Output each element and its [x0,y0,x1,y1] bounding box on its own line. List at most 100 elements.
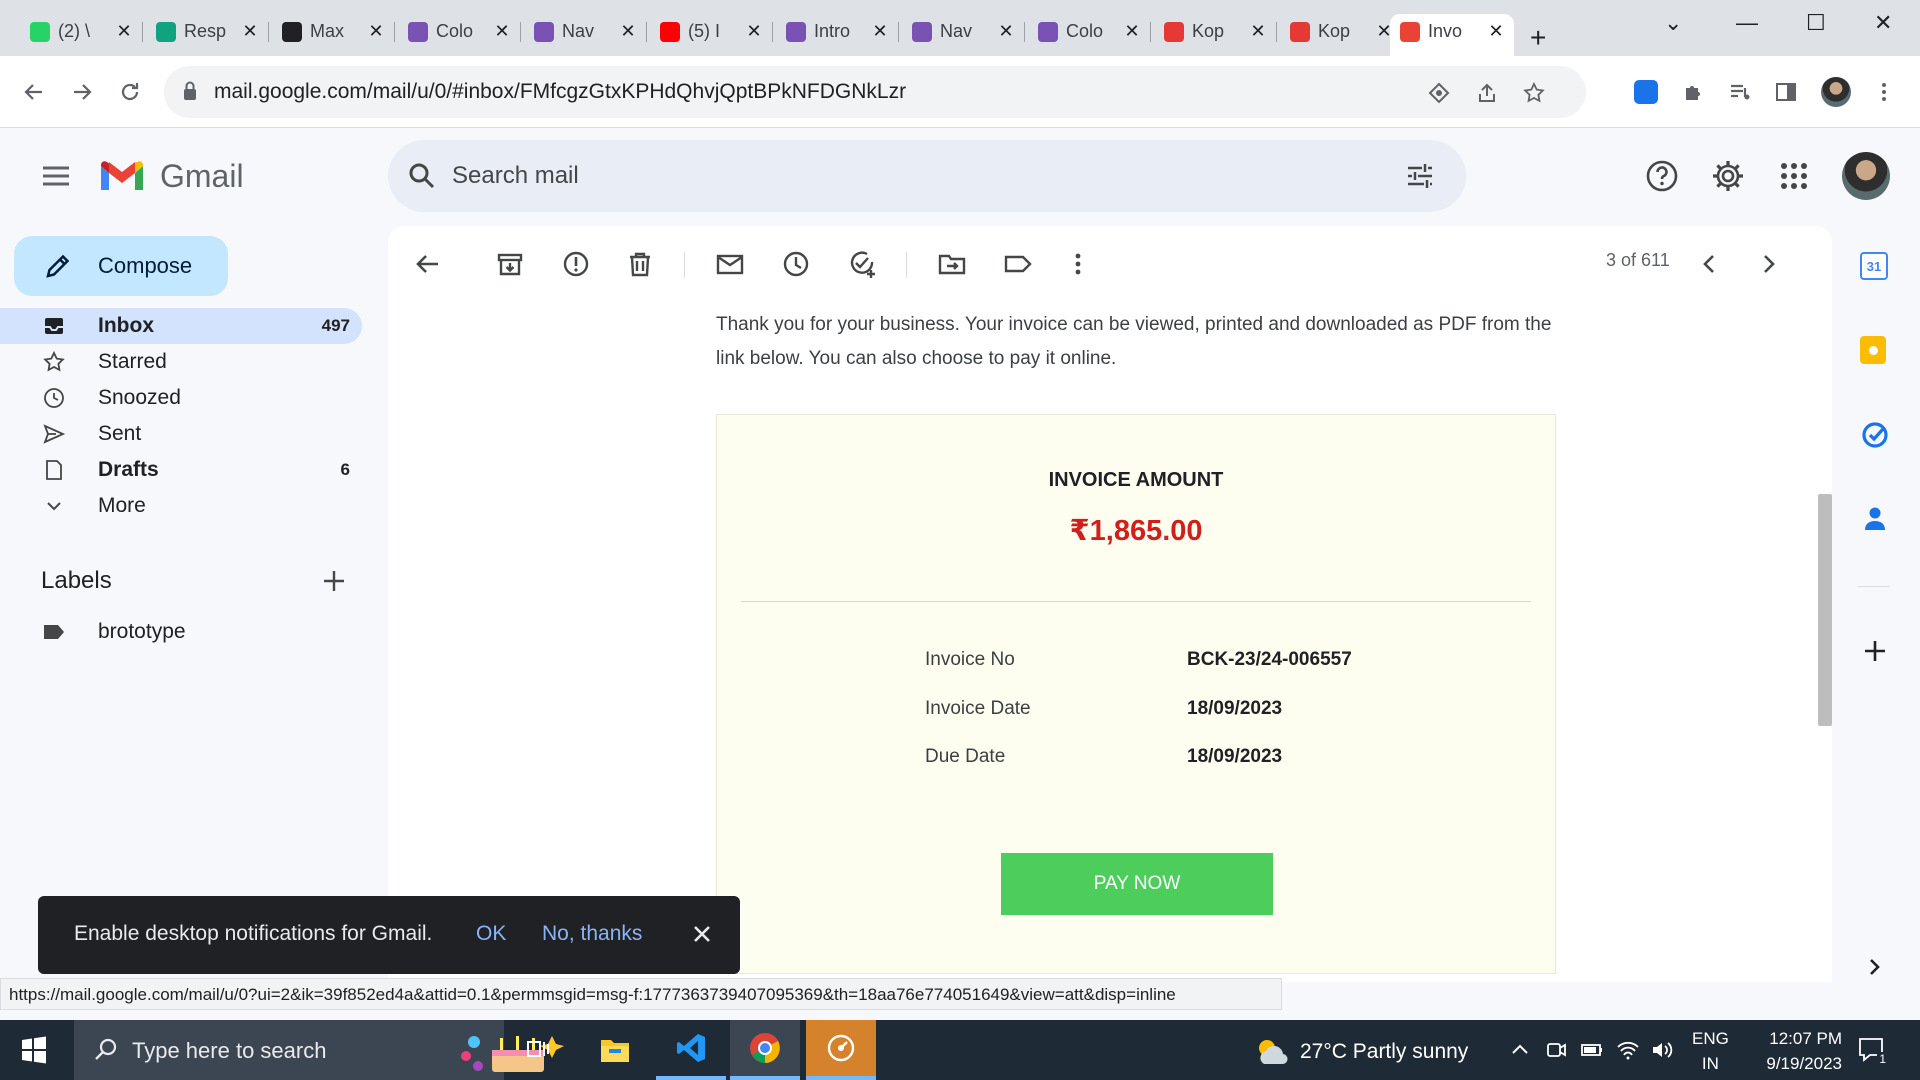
tab-close-icon[interactable]: ✕ [1250,21,1266,42]
address-bar[interactable]: mail.google.com/mail/u/0/#inbox/FMfcgzGt… [164,66,1586,118]
newer-chevron-left-icon[interactable] [1694,248,1726,280]
older-chevron-right-icon[interactable] [1752,248,1784,280]
show-side-panel-chevron-icon[interactable] [1860,952,1890,982]
meet-now-icon[interactable] [1544,1038,1568,1062]
share-icon[interactable] [1476,82,1498,104]
search-icon[interactable] [406,160,438,192]
browser-tab[interactable]: (2) \ ✕ [20,14,143,48]
extensions-puzzle-icon[interactable] [1676,74,1712,110]
apps-grid-icon[interactable] [1776,158,1812,194]
task-view-icon[interactable] [504,1020,574,1080]
snooze-clock-icon[interactable] [780,248,812,280]
profile-avatar-icon[interactable] [1818,74,1854,110]
tab-close-icon[interactable]: ✕ [998,21,1014,42]
toast-no-thanks-button[interactable]: No, thanks [542,922,642,946]
input-language-indicator[interactable]: ENG IN [1692,1026,1729,1076]
add-to-tasks-icon[interactable] [846,248,878,280]
tab-close-icon[interactable]: ✕ [620,21,636,42]
minimize-button[interactable]: — [1736,10,1758,36]
side-panel-icon[interactable] [1768,74,1804,110]
label-as-icon[interactable] [1002,248,1034,280]
sidebar-item-drafts[interactable]: Drafts 6 [0,452,362,488]
extension-blue-icon[interactable] [1628,74,1664,110]
settings-gear-icon[interactable] [1710,158,1746,194]
url-text[interactable]: mail.google.com/mail/u/0/#inbox/FMfcgzGt… [214,80,906,104]
contacts-icon[interactable] [1860,504,1890,534]
toast-ok-button[interactable]: OK [476,922,506,946]
media-control-icon[interactable] [1722,74,1758,110]
gmail-logo-icon[interactable] [98,158,146,194]
sidebar-item-starred[interactable]: Starred [0,344,362,380]
browser-tab[interactable]: Colo ✕ [398,14,521,48]
browser-tab[interactable]: Kop ✕ [1154,14,1277,48]
tab-close-icon[interactable]: ✕ [1124,21,1140,42]
compose-button[interactable]: Compose [14,236,228,296]
windows-start-icon[interactable] [20,1036,48,1064]
browser-tab[interactable]: Resp ✕ [146,14,269,48]
browser-tab[interactable]: Invo ✕ [1390,14,1514,56]
install-app-icon[interactable] [1428,82,1450,104]
browser-tab[interactable]: (5) I ✕ [650,14,773,48]
tab-close-icon[interactable]: ✕ [1488,21,1504,42]
clock[interactable]: 12:07 PM 9/19/2023 [1746,1026,1842,1076]
tab-close-icon[interactable]: ✕ [116,21,132,42]
browser-tab[interactable]: Max ✕ [272,14,395,48]
keep-icon[interactable] [1860,336,1890,366]
lock-icon[interactable] [182,80,198,102]
chrome-icon[interactable] [730,1020,800,1080]
pinned-app-icon[interactable] [806,1020,876,1080]
taskbar-search-input[interactable]: Type here to search [132,1038,326,1064]
account-avatar[interactable] [1842,152,1890,200]
main-menu-icon[interactable] [38,158,74,194]
browser-tab[interactable]: Colo ✕ [1028,14,1151,48]
wifi-icon[interactable] [1616,1038,1640,1062]
archive-icon[interactable] [494,248,526,280]
battery-icon[interactable] [1580,1038,1604,1062]
back-icon[interactable] [16,74,52,110]
tab-close-icon[interactable]: ✕ [242,21,258,42]
tab-close-icon[interactable]: ✕ [746,21,762,42]
vscode-icon[interactable] [656,1020,726,1080]
forward-icon[interactable] [64,74,100,110]
close-icon[interactable] [688,920,716,948]
tab-close-icon[interactable]: ✕ [872,21,888,42]
chrome-menu-icon[interactable] [1866,74,1902,110]
add-label-icon[interactable] [320,567,348,595]
file-explorer-icon[interactable] [580,1020,650,1080]
tasks-icon[interactable] [1860,420,1890,450]
calendar-icon[interactable]: 31 [1860,252,1890,282]
search-input[interactable]: Search mail [452,162,579,190]
get-addons-plus-icon[interactable] [1860,636,1890,666]
sidebar-item-label[interactable]: brototype [0,614,362,650]
move-to-icon[interactable] [936,248,968,280]
volume-icon[interactable] [1650,1038,1674,1062]
pay-now-button[interactable]: PAY NOW [1001,853,1273,915]
bookmark-star-icon[interactable] [1522,81,1546,105]
browser-tab[interactable]: Kop ✕ [1280,14,1403,48]
gmail-wordmark[interactable]: Gmail [160,158,244,195]
back-to-inbox-icon[interactable] [412,248,444,280]
maximize-button[interactable]: ☐ [1806,10,1826,36]
more-options-icon[interactable] [1062,248,1094,280]
tab-close-icon[interactable]: ✕ [494,21,510,42]
sidebar-item-snoozed[interactable]: Snoozed [0,380,362,416]
help-icon[interactable] [1644,158,1680,194]
close-window-button[interactable]: ✕ [1874,10,1892,36]
email-scrollbar-thumb[interactable] [1818,494,1832,726]
search-bar[interactable]: Search mail [388,140,1466,212]
tab-close-icon[interactable]: ✕ [368,21,384,42]
tab-search-icon[interactable]: ⌄ [1664,10,1682,36]
sidebar-item-sent[interactable]: Sent [0,416,362,452]
new-tab-button[interactable]: + [1530,22,1546,54]
delete-trash-icon[interactable] [624,248,656,280]
show-hidden-icons-chevron-icon[interactable] [1508,1038,1532,1062]
mark-unread-icon[interactable] [714,248,746,280]
notification-center-icon[interactable]: 1 [1856,1034,1888,1066]
sidebar-item-inbox[interactable]: Inbox 497 [0,308,362,344]
report-spam-icon[interactable] [560,248,592,280]
browser-tab[interactable]: Intro ✕ [776,14,899,48]
search-options-icon[interactable] [1404,160,1436,192]
browser-tab[interactable]: Nav ✕ [524,14,647,48]
sidebar-item-more[interactable]: More [0,488,362,524]
reload-icon[interactable] [112,74,148,110]
